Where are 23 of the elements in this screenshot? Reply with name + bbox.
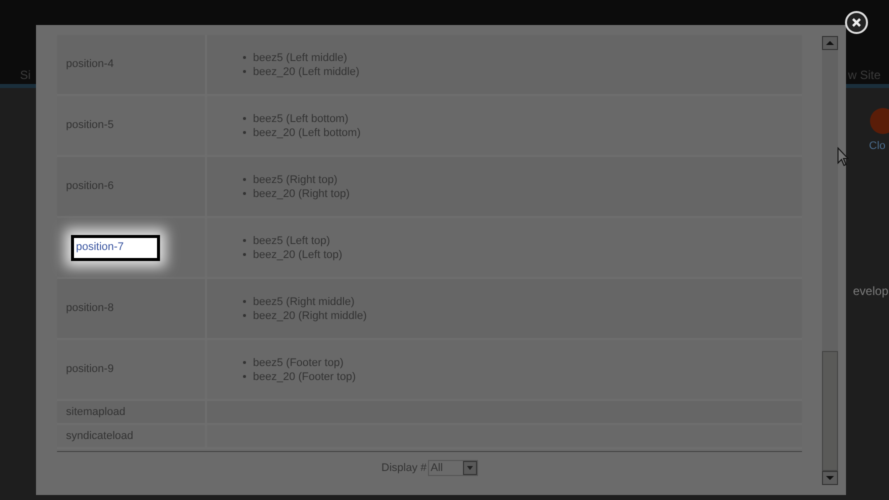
body-text: evelop — [853, 283, 888, 300]
bullet-icon — [243, 314, 246, 317]
highlighted-position-label: position-7 — [71, 234, 160, 260]
scroll-up-button[interactable] — [822, 36, 838, 50]
scroll-thumb[interactable] — [822, 351, 838, 471]
toolbar-button-label: Clo — [869, 139, 886, 154]
close-icon — [851, 17, 862, 28]
bullet-icon — [243, 117, 246, 120]
caret-icon — [462, 461, 477, 476]
bullet-icon — [243, 56, 246, 59]
scrollbar[interactable] — [822, 36, 838, 485]
bullet-icon — [243, 253, 246, 256]
display-label: Display # — [381, 461, 427, 476]
bullet-icon — [243, 375, 246, 378]
scroll-down-button[interactable] — [822, 471, 838, 485]
bullet-icon — [243, 361, 246, 364]
bullet-icon — [243, 178, 246, 181]
bullet-icon — [243, 70, 246, 73]
bullet-icon — [243, 131, 246, 134]
bullet-icon — [243, 239, 246, 242]
display-select[interactable]: All — [428, 460, 478, 476]
bullet-icon — [243, 300, 246, 303]
bullet-icon — [243, 192, 246, 195]
